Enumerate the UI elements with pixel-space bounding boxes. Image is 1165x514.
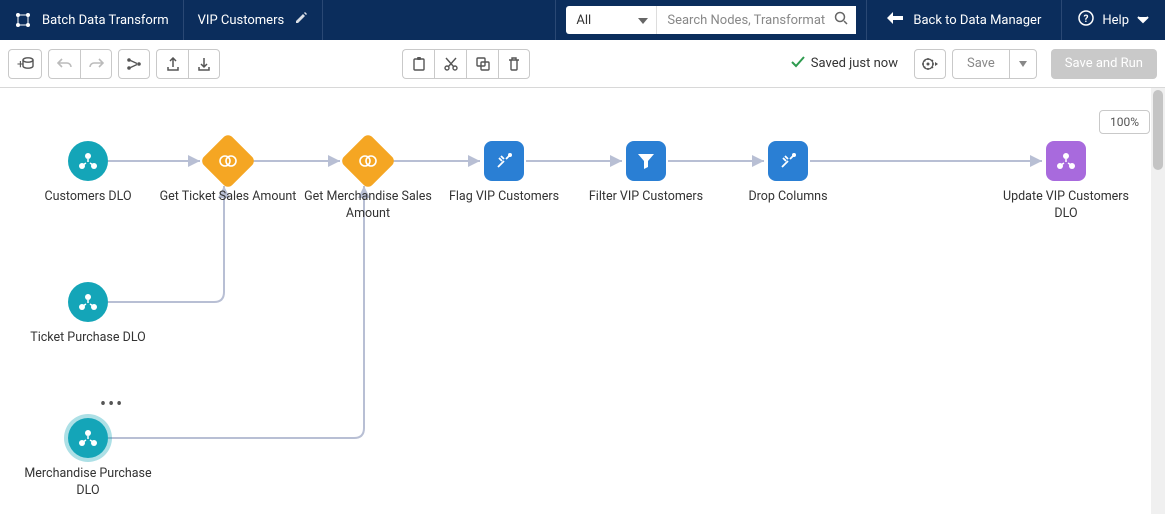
join-icon <box>200 133 257 190</box>
search-segment: All <box>555 0 867 40</box>
join-icon <box>340 133 397 190</box>
help-icon: ? <box>1078 10 1094 30</box>
node-label: Drop Columns <box>718 189 858 206</box>
svg-text:?: ? <box>1084 14 1089 25</box>
node-menu-icon[interactable]: ••• <box>100 394 124 415</box>
node-update-vip-dlo[interactable]: Update VIP Customers DLO <box>996 141 1136 223</box>
clipboard-group <box>402 49 530 79</box>
canvas[interactable]: 100% Customers DLO Get Ticket Sales Amou… <box>0 88 1165 514</box>
search-icon[interactable] <box>834 11 848 29</box>
transform-logo-icon <box>14 11 32 29</box>
node-label: Ticket Purchase DLO <box>18 330 158 347</box>
datasource-icon <box>68 282 108 322</box>
edit-icon[interactable] <box>294 11 308 29</box>
cut-button[interactable] <box>434 49 466 79</box>
app-title-segment: Batch Data Transform <box>0 0 184 40</box>
node-label: Flag VIP Customers <box>434 189 574 206</box>
datasource-icon <box>68 418 108 458</box>
node-filter-vip[interactable]: Filter VIP Customers <box>576 141 716 206</box>
transform-icon <box>484 141 524 181</box>
undo-redo-group <box>48 49 112 79</box>
copy-button[interactable] <box>466 49 498 79</box>
node-merch-purchase-dlo[interactable]: Merchandise Purchase DLO <box>18 418 158 500</box>
file-name-segment[interactable]: VIP Customers <box>184 0 324 40</box>
save-status: Saved just now <box>791 56 898 72</box>
app-title: Batch Data Transform <box>42 13 169 28</box>
chevron-down-icon <box>1137 13 1149 28</box>
datasource-icon <box>68 141 108 181</box>
node-label: Customers DLO <box>18 189 158 206</box>
search-filter-value: All <box>576 13 591 28</box>
help-button[interactable]: ? Help <box>1062 0 1165 40</box>
settings-button[interactable] <box>914 49 946 79</box>
node-ticket-purchase-dlo[interactable]: Ticket Purchase DLO <box>18 282 158 347</box>
scrollbar-vertical[interactable] <box>1151 88 1165 514</box>
help-label: Help <box>1102 13 1129 28</box>
node-label: Get Merchandise Sales Amount <box>298 189 438 223</box>
add-data-button[interactable]: + <box>8 49 42 79</box>
back-label: Back to Data Manager <box>913 13 1041 28</box>
node-get-ticket-sales[interactable]: Get Ticket Sales Amount <box>158 141 298 206</box>
node-label: Filter VIP Customers <box>576 189 716 206</box>
node-label: Update VIP Customers DLO <box>996 189 1136 223</box>
paste-button[interactable] <box>402 49 434 79</box>
node-flag-vip[interactable]: Flag VIP Customers <box>434 141 574 206</box>
export-button[interactable] <box>156 49 188 79</box>
back-button[interactable]: Back to Data Manager <box>867 0 1062 40</box>
node-drop-columns[interactable]: Drop Columns <box>718 141 858 206</box>
save-split-button: Save <box>952 49 1037 79</box>
node-customers-dlo[interactable]: Customers DLO <box>18 141 158 206</box>
file-name: VIP Customers <box>198 13 285 28</box>
delete-button[interactable] <box>498 49 530 79</box>
search-input[interactable] <box>656 6 856 34</box>
save-button[interactable]: Save <box>952 49 1009 79</box>
search-filter-dropdown[interactable]: All <box>566 6 656 34</box>
filter-icon <box>626 141 666 181</box>
save-and-run-button[interactable]: Save and Run <box>1051 49 1157 79</box>
top-bar: Batch Data Transform VIP Customers All B… <box>0 0 1165 40</box>
zoom-indicator[interactable]: 100% <box>1099 110 1150 134</box>
layout-button[interactable] <box>118 49 150 79</box>
import-export-group <box>156 49 220 79</box>
redo-button[interactable] <box>80 49 112 79</box>
node-get-merch-sales[interactable]: Get Merchandise Sales Amount <box>298 141 438 223</box>
check-icon <box>791 56 805 72</box>
import-button[interactable] <box>188 49 220 79</box>
arrow-left-icon <box>887 12 903 28</box>
node-label: Get Ticket Sales Amount <box>158 189 298 206</box>
toolbar: + Saved just now Save Save and Run <box>0 40 1165 88</box>
node-label: Merchandise Purchase DLO <box>18 466 158 500</box>
output-icon <box>1046 141 1086 181</box>
caret-down-icon <box>638 13 648 28</box>
undo-button[interactable] <box>48 49 80 79</box>
scrollbar-thumb[interactable] <box>1153 90 1163 170</box>
save-dropdown-button[interactable] <box>1009 49 1037 79</box>
status-text: Saved just now <box>811 56 898 71</box>
transform-icon <box>768 141 808 181</box>
